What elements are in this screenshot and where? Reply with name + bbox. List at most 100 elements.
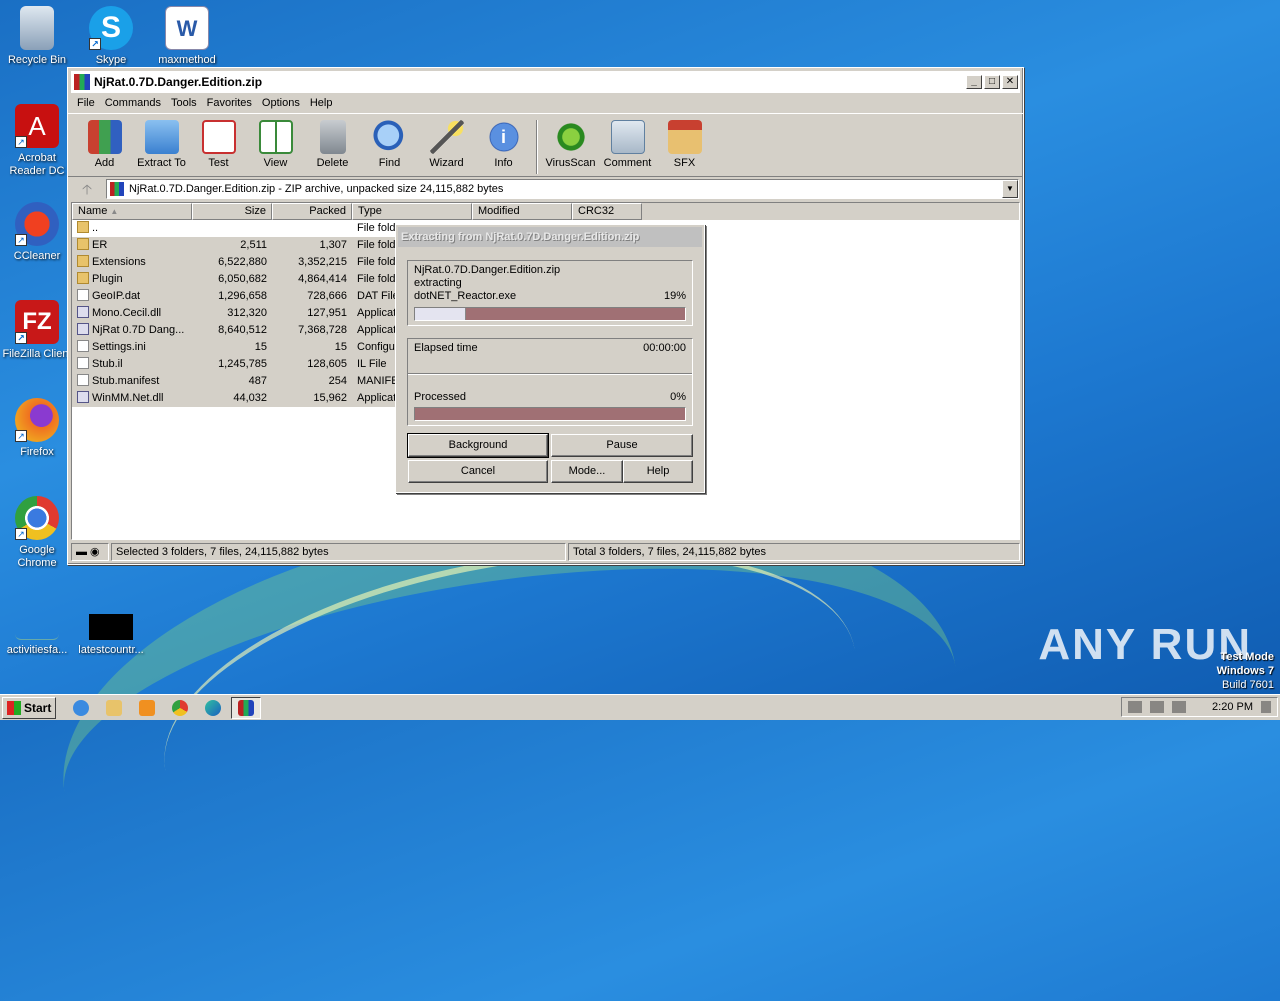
minimize-button[interactable]: _ [966, 75, 982, 89]
address-field[interactable]: NjRat.0.7D.Danger.Edition.zip - ZIP arch… [106, 179, 1019, 199]
maximize-button[interactable]: □ [984, 75, 1000, 89]
os-info: Test Mode Windows 7 Build 7601 [1217, 650, 1274, 692]
row-packed: 15,962 [313, 392, 347, 404]
pause-button[interactable]: Pause [551, 434, 693, 457]
taskbar-chrome[interactable] [165, 697, 195, 719]
taskbar-winrar[interactable] [231, 696, 262, 719]
column-modified[interactable]: Modified [472, 203, 572, 220]
find-button[interactable]: Find [361, 120, 418, 169]
menu-favorites[interactable]: Favorites [202, 97, 257, 109]
row-size: 8,640,512 [218, 324, 267, 336]
extract-to-button[interactable]: Extract To [133, 120, 190, 169]
menu-tools[interactable]: Tools [166, 97, 202, 109]
flag-icon[interactable] [1172, 701, 1187, 713]
delete-button[interactable]: Delete [304, 120, 361, 169]
desktop-icon-firefox[interactable]: ↗ Firefox [0, 398, 74, 459]
file-progress-bar [414, 307, 686, 321]
desktop-icon-activities[interactable]: activitiesfa... [0, 614, 74, 657]
test-label: Test [208, 157, 229, 169]
comment-button[interactable]: Comment [599, 120, 656, 169]
row-size: 2,511 [240, 239, 267, 251]
column-name[interactable]: Name ▲ [72, 203, 192, 220]
menu-help[interactable]: Help [305, 97, 338, 109]
trash-icon [319, 120, 346, 154]
column-type[interactable]: Type [352, 203, 472, 220]
row-size: 15 [254, 341, 267, 353]
start-button[interactable]: Start [2, 696, 57, 719]
desktop-icon-label: activitiesfa... [6, 644, 68, 656]
row-name: WinMM.Net.dll [72, 390, 192, 407]
extract-to-label: Extract To [137, 157, 186, 169]
cancel-button[interactable]: Cancel [408, 460, 548, 483]
file-icon [77, 323, 89, 335]
test-button[interactable]: Test [190, 120, 247, 169]
row-packed [272, 220, 352, 237]
mode-button[interactable]: Mode... [551, 460, 623, 483]
virusscan-button[interactable]: VirusScan [542, 120, 599, 169]
menu-options[interactable]: Options [257, 97, 305, 109]
row-name: GeoIP.dat [72, 288, 192, 305]
ccleaner-icon: ↗ [15, 202, 59, 246]
chevron-down-icon[interactable]: ▼ [1002, 180, 1018, 198]
add-button[interactable]: Add [76, 120, 133, 169]
column-packed[interactable]: Packed [272, 203, 352, 220]
desktop-icon-skype[interactable]: S ↗ Skype [74, 6, 148, 67]
address-text: NjRat.0.7D.Danger.Edition.zip - ZIP arch… [129, 183, 504, 195]
media-player-icon [139, 699, 156, 716]
desktop-icon-filezilla[interactable]: FZ ↗ FileZilla Client [0, 300, 74, 361]
column-crc32[interactable]: CRC32 [572, 203, 642, 220]
firefox-icon: ↗ [15, 398, 59, 442]
sfx-button[interactable]: SFX [656, 120, 713, 169]
desktop-icon-label: Acrobat Reader DC [9, 152, 65, 177]
menu-commands[interactable]: Commands [100, 97, 166, 109]
clock[interactable]: 2:20 PM [1212, 701, 1253, 713]
dialog-title[interactable]: Extracting from NjRat.0.7D.Danger.Editio… [398, 227, 702, 247]
row-name: ER [72, 237, 192, 254]
find-label: Find [378, 157, 401, 169]
filezilla-icon: FZ ↗ [15, 300, 59, 344]
desktop-icon-acrobat[interactable]: A ↗ Acrobat Reader DC [0, 104, 74, 178]
desktop-icon-maxmethod[interactable]: W maxmethod [150, 6, 224, 67]
background-button[interactable]: Background [407, 433, 549, 458]
volume-icon[interactable] [1128, 701, 1143, 713]
windows-logo-icon [7, 700, 21, 715]
build-text: Build 7601 [1222, 679, 1274, 691]
winrar-logo-icon [74, 74, 90, 90]
folder-icon [77, 221, 89, 233]
desktop-icon-chrome[interactable]: ↗ Google Chrome [0, 496, 74, 570]
show-desktop-icon[interactable] [1261, 701, 1271, 713]
row-name: Stub.manifest [72, 373, 192, 390]
folder-icon [77, 238, 89, 250]
info-icon: i [486, 120, 521, 154]
column-size[interactable]: Size [192, 203, 272, 220]
taskbar-ie[interactable] [66, 697, 96, 719]
drive-status-icon[interactable]: ▬ ◉ [71, 543, 109, 561]
up-arrow-icon[interactable]: 🡡 [72, 179, 102, 199]
file-icon [15, 614, 59, 640]
row-name: Extensions [72, 254, 192, 271]
desktop-icon-latestcountr[interactable]: latestcountr... [74, 614, 148, 657]
info-button[interactable]: i Info [475, 120, 532, 169]
edge-icon [205, 699, 222, 716]
desktop-icon-label: Firefox [20, 446, 54, 458]
row-name: Settings.ini [72, 339, 192, 356]
taskbar-edge[interactable] [198, 697, 228, 719]
view-button[interactable]: View [247, 120, 304, 169]
chrome-icon: ↗ [15, 496, 59, 540]
row-packed: 1,307 [319, 239, 347, 251]
network-icon[interactable] [1150, 701, 1165, 713]
help-button[interactable]: Help [623, 460, 693, 483]
menu-file[interactable]: File [72, 97, 100, 109]
chrome-icon [172, 699, 189, 716]
word-document-icon: W [165, 6, 209, 50]
desktop-icon-recycle-bin[interactable]: Recycle Bin [0, 6, 74, 67]
desktop-icon-ccleaner[interactable]: ↗ CCleaner [0, 202, 74, 263]
close-button[interactable]: ✕ [1002, 75, 1018, 89]
file-icon [77, 340, 89, 352]
taskbar-media-player[interactable] [132, 697, 162, 719]
window-titlebar[interactable]: NjRat.0.7D.Danger.Edition.zip _ □ ✕ [71, 71, 1020, 93]
wizard-button[interactable]: Wizard [418, 120, 475, 169]
toolbar-separator [536, 120, 538, 174]
status-selected: Selected 3 folders, 7 files, 24,115,882 … [111, 543, 566, 561]
taskbar-explorer[interactable] [99, 697, 129, 719]
